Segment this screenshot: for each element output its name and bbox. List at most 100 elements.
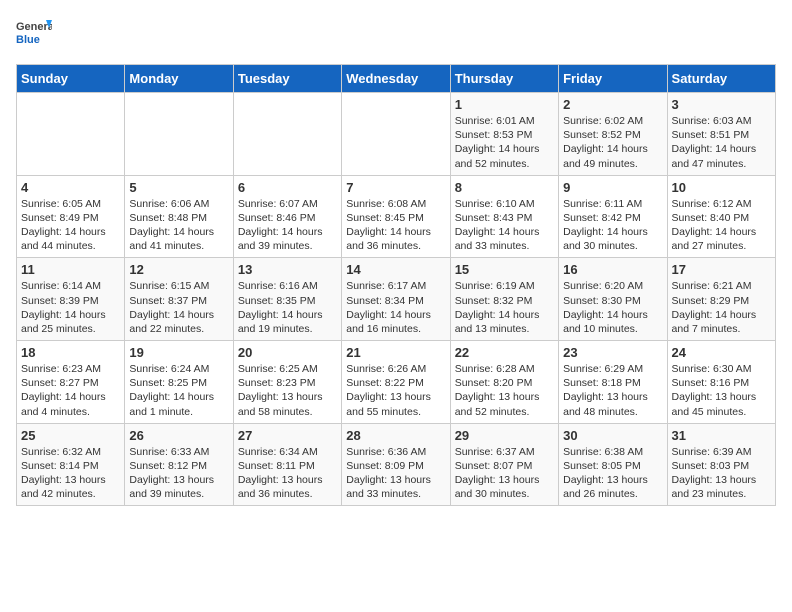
day-info: Sunrise: 6:08 AM Sunset: 8:45 PM Dayligh…: [346, 197, 445, 254]
day-header-monday: Monday: [125, 65, 233, 93]
day-info: Sunrise: 6:10 AM Sunset: 8:43 PM Dayligh…: [455, 197, 554, 254]
day-info: Sunrise: 6:21 AM Sunset: 8:29 PM Dayligh…: [672, 279, 771, 336]
calendar-cell: 7Sunrise: 6:08 AM Sunset: 8:45 PM Daylig…: [342, 175, 450, 258]
calendar-cell: 28 Sunrise: 6:36 AM Sunset: 8:09 PM Dayli…: [342, 423, 450, 506]
calendar-cell: 29 Sunrise: 6:37 AM Sunset: 8:07 PM Dayli…: [450, 423, 558, 506]
calendar-cell: 9 Sunrise: 6:11 AM Sunset: 8:42 PM Daylig…: [559, 175, 667, 258]
day-header-wednesday: Wednesday: [342, 65, 450, 93]
day-number: 18: [21, 345, 120, 360]
day-number: 9: [563, 180, 662, 195]
day-number: 24: [672, 345, 771, 360]
day-number: 14: [346, 262, 445, 277]
calendar-header-row: SundayMondayTuesdayWednesdayThursdayFrid…: [17, 65, 776, 93]
calendar-cell: 2 Sunrise: 6:02 AM Sunset: 8:52 PM Daylig…: [559, 93, 667, 176]
day-number: 17: [672, 262, 771, 277]
day-number: 3: [672, 97, 771, 112]
day-number: 6: [238, 180, 337, 195]
day-info: Sunrise: 6:37 AM Sunset: 8:07 PM Dayligh…: [455, 445, 554, 502]
day-number: 16: [563, 262, 662, 277]
calendar-cell: 31 Sunrise: 6:39 AM Sunset: 8:03 PM Dayli…: [667, 423, 775, 506]
calendar-cell: 6 Sunrise: 6:07 AM Sunset: 8:46 PM Daylig…: [233, 175, 341, 258]
day-info: Sunrise: 6:07 AM Sunset: 8:46 PM Dayligh…: [238, 197, 337, 254]
day-number: 30: [563, 428, 662, 443]
calendar-cell: 1 Sunrise: 6:01 AM Sunset: 8:53 PM Daylig…: [450, 93, 558, 176]
day-number: 29: [455, 428, 554, 443]
day-number: 2: [563, 97, 662, 112]
day-info: Sunrise: 6:15 AM Sunset: 8:37 PM Dayligh…: [129, 279, 228, 336]
calendar-cell: [342, 93, 450, 176]
day-number: 26: [129, 428, 228, 443]
day-number: 5: [129, 180, 228, 195]
day-info: Sunrise: 6:19 AM Sunset: 8:32 PM Dayligh…: [455, 279, 554, 336]
svg-text:General: General: [16, 21, 52, 33]
week-row-3: 11Sunrise: 6:14 AM Sunset: 8:39 PM Dayli…: [17, 258, 776, 341]
day-info: Sunrise: 6:30 AM Sunset: 8:16 PM Dayligh…: [672, 362, 771, 419]
calendar-cell: 26 Sunrise: 6:33 AM Sunset: 8:12 PM Dayli…: [125, 423, 233, 506]
day-header-tuesday: Tuesday: [233, 65, 341, 93]
day-number: 12: [129, 262, 228, 277]
day-info: Sunrise: 6:38 AM Sunset: 8:05 PM Dayligh…: [563, 445, 662, 502]
day-info: Sunrise: 6:06 AM Sunset: 8:48 PM Dayligh…: [129, 197, 228, 254]
day-info: Sunrise: 6:39 AM Sunset: 8:03 PM Dayligh…: [672, 445, 771, 502]
day-info: Sunrise: 6:01 AM Sunset: 8:53 PM Dayligh…: [455, 114, 554, 171]
day-info: Sunrise: 6:33 AM Sunset: 8:12 PM Dayligh…: [129, 445, 228, 502]
svg-text:Blue: Blue: [16, 34, 40, 46]
day-info: Sunrise: 6:26 AM Sunset: 8:22 PM Dayligh…: [346, 362, 445, 419]
day-info: Sunrise: 6:32 AM Sunset: 8:14 PM Dayligh…: [21, 445, 120, 502]
day-number: 21: [346, 345, 445, 360]
day-number: 15: [455, 262, 554, 277]
day-number: 19: [129, 345, 228, 360]
day-info: Sunrise: 6:11 AM Sunset: 8:42 PM Dayligh…: [563, 197, 662, 254]
day-number: 8: [455, 180, 554, 195]
calendar-cell: 15 Sunrise: 6:19 AM Sunset: 8:32 PM Dayli…: [450, 258, 558, 341]
calendar-cell: [233, 93, 341, 176]
week-row-4: 18 Sunrise: 6:23 AM Sunset: 8:27 PM Dayli…: [17, 341, 776, 424]
logo: General Blue: [16, 16, 52, 52]
calendar-cell: 20 Sunrise: 6:25 AM Sunset: 8:23 PM Dayli…: [233, 341, 341, 424]
calendar-cell: 24 Sunrise: 6:30 AM Sunset: 8:16 PM Dayli…: [667, 341, 775, 424]
calendar-cell: 13Sunrise: 6:16 AM Sunset: 8:35 PM Dayli…: [233, 258, 341, 341]
logo-svg: General Blue: [16, 16, 52, 52]
day-info: Sunrise: 6:03 AM Sunset: 8:51 PM Dayligh…: [672, 114, 771, 171]
day-info: Sunrise: 6:23 AM Sunset: 8:27 PM Dayligh…: [21, 362, 120, 419]
day-info: Sunrise: 6:02 AM Sunset: 8:52 PM Dayligh…: [563, 114, 662, 171]
day-info: Sunrise: 6:36 AM Sunset: 8:09 PM Dayligh…: [346, 445, 445, 502]
calendar-cell: 5 Sunrise: 6:06 AM Sunset: 8:48 PM Daylig…: [125, 175, 233, 258]
calendar-cell: 27Sunrise: 6:34 AM Sunset: 8:11 PM Dayli…: [233, 423, 341, 506]
day-number: 4: [21, 180, 120, 195]
day-info: Sunrise: 6:29 AM Sunset: 8:18 PM Dayligh…: [563, 362, 662, 419]
calendar-cell: 22Sunrise: 6:28 AM Sunset: 8:20 PM Dayli…: [450, 341, 558, 424]
calendar-cell: 30 Sunrise: 6:38 AM Sunset: 8:05 PM Dayli…: [559, 423, 667, 506]
day-number: 31: [672, 428, 771, 443]
day-number: 20: [238, 345, 337, 360]
calendar-cell: 11Sunrise: 6:14 AM Sunset: 8:39 PM Dayli…: [17, 258, 125, 341]
day-info: Sunrise: 6:12 AM Sunset: 8:40 PM Dayligh…: [672, 197, 771, 254]
day-number: 28: [346, 428, 445, 443]
day-number: 10: [672, 180, 771, 195]
calendar-cell: 8 Sunrise: 6:10 AM Sunset: 8:43 PM Daylig…: [450, 175, 558, 258]
calendar-cell: 3 Sunrise: 6:03 AM Sunset: 8:51 PM Daylig…: [667, 93, 775, 176]
day-info: Sunrise: 6:25 AM Sunset: 8:23 PM Dayligh…: [238, 362, 337, 419]
calendar-cell: 4Sunrise: 6:05 AM Sunset: 8:49 PM Daylig…: [17, 175, 125, 258]
page-header: General Blue: [16, 16, 776, 52]
day-number: 27: [238, 428, 337, 443]
day-number: 13: [238, 262, 337, 277]
day-number: 1: [455, 97, 554, 112]
day-number: 25: [21, 428, 120, 443]
calendar-cell: 21 Sunrise: 6:26 AM Sunset: 8:22 PM Dayli…: [342, 341, 450, 424]
calendar-cell: 19Sunrise: 6:24 AM Sunset: 8:25 PM Dayli…: [125, 341, 233, 424]
week-row-5: 25 Sunrise: 6:32 AM Sunset: 8:14 PM Dayli…: [17, 423, 776, 506]
calendar-cell: 12 Sunrise: 6:15 AM Sunset: 8:37 PM Dayli…: [125, 258, 233, 341]
day-number: 22: [455, 345, 554, 360]
day-number: 11: [21, 262, 120, 277]
calendar-cell: 23 Sunrise: 6:29 AM Sunset: 8:18 PM Dayli…: [559, 341, 667, 424]
calendar-table: SundayMondayTuesdayWednesdayThursdayFrid…: [16, 64, 776, 506]
day-header-saturday: Saturday: [667, 65, 775, 93]
calendar-cell: [125, 93, 233, 176]
calendar-cell: 16 Sunrise: 6:20 AM Sunset: 8:30 PM Dayli…: [559, 258, 667, 341]
calendar-cell: [17, 93, 125, 176]
calendar-cell: 10 Sunrise: 6:12 AM Sunset: 8:40 PM Dayli…: [667, 175, 775, 258]
day-header-friday: Friday: [559, 65, 667, 93]
day-number: 23: [563, 345, 662, 360]
day-info: Sunrise: 6:20 AM Sunset: 8:30 PM Dayligh…: [563, 279, 662, 336]
